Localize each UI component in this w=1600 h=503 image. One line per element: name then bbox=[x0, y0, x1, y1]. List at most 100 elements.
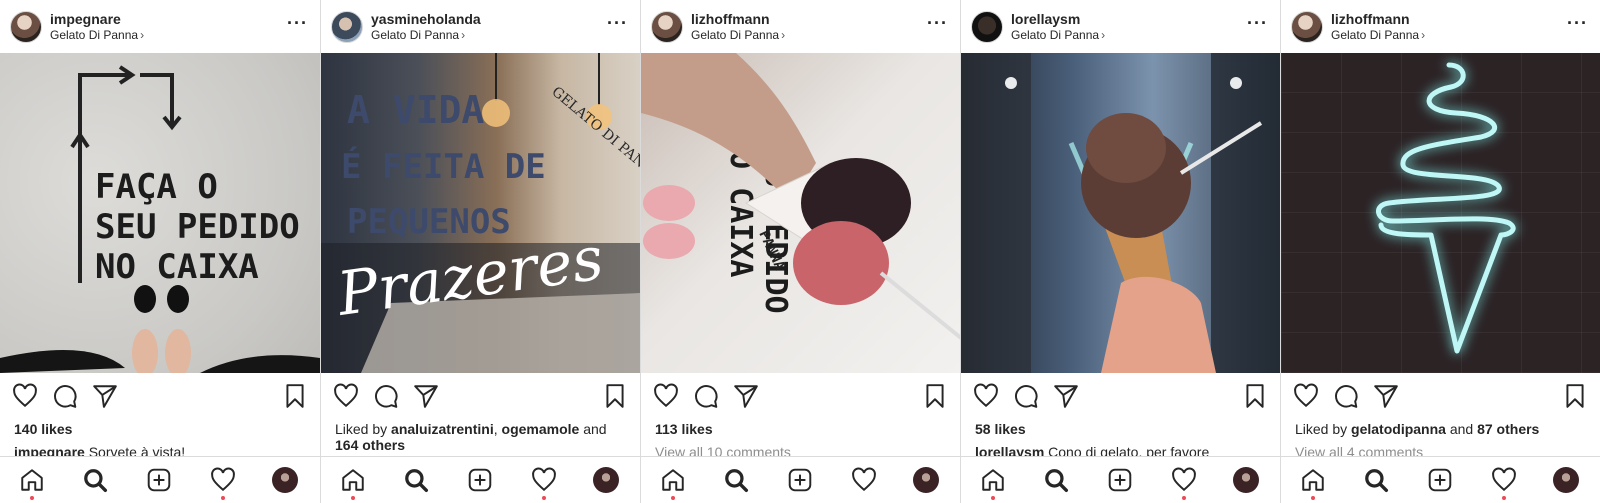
user-avatar[interactable] bbox=[1291, 10, 1323, 43]
bookmark-icon[interactable] bbox=[1242, 383, 1268, 409]
liked-by-user[interactable]: ogemamole bbox=[502, 421, 580, 437]
bookmark-icon[interactable] bbox=[282, 383, 308, 409]
comment-icon[interactable] bbox=[1333, 383, 1359, 409]
search-icon[interactable] bbox=[1363, 467, 1389, 493]
comment-icon[interactable] bbox=[52, 383, 78, 409]
bookmark-icon[interactable] bbox=[602, 383, 628, 409]
likes-count[interactable]: 58 likes bbox=[975, 421, 1270, 437]
paper-plane-icon[interactable] bbox=[1053, 383, 1079, 409]
user-avatar[interactable] bbox=[10, 10, 42, 43]
home-icon[interactable] bbox=[980, 467, 1006, 493]
profile-avatar[interactable] bbox=[593, 467, 619, 493]
profile-avatar[interactable] bbox=[272, 467, 298, 493]
notification-dot bbox=[1182, 496, 1186, 500]
liked-by-user[interactable]: gelatodipanna bbox=[1351, 421, 1446, 437]
search-icon[interactable] bbox=[723, 467, 749, 493]
bottom-tab-bar bbox=[961, 456, 1280, 503]
paper-plane-icon[interactable] bbox=[1373, 383, 1399, 409]
liked-by-summary: Liked by analuizatrentini, ogemamole and… bbox=[335, 421, 630, 453]
location-link[interactable]: Gelato Di Panna › bbox=[371, 27, 481, 43]
likes-count[interactable]: 140 likes bbox=[14, 421, 310, 437]
liked-by-others[interactable]: 87 others bbox=[1477, 421, 1539, 437]
notification-dot bbox=[30, 496, 34, 500]
heart-icon[interactable] bbox=[973, 383, 999, 409]
location-link[interactable]: Gelato Di Panna › bbox=[50, 27, 144, 43]
more-options-icon[interactable]: ··· bbox=[1567, 14, 1588, 32]
liked-by-prefix: Liked by bbox=[335, 421, 388, 437]
liked-by-and: and bbox=[1449, 421, 1474, 437]
post-header: lizhoffmann Gelato Di Panna › ··· bbox=[641, 0, 960, 53]
activity-heart-icon[interactable] bbox=[531, 467, 557, 493]
home-icon[interactable] bbox=[1300, 467, 1326, 493]
username[interactable]: lizhoffmann bbox=[691, 11, 785, 27]
photo-artwork bbox=[961, 53, 1280, 373]
more-options-icon[interactable]: ··· bbox=[607, 14, 628, 32]
bookmark-icon[interactable] bbox=[1562, 383, 1588, 409]
more-options-icon[interactable]: ··· bbox=[1247, 14, 1268, 32]
comment-icon[interactable] bbox=[373, 383, 399, 409]
home-icon[interactable] bbox=[19, 467, 45, 493]
location-label: Gelato Di Panna bbox=[1331, 27, 1420, 42]
profile-avatar[interactable] bbox=[913, 467, 939, 493]
paper-plane-icon[interactable] bbox=[413, 383, 439, 409]
likes-count[interactable]: 113 likes bbox=[655, 421, 950, 437]
notification-dot bbox=[221, 496, 225, 500]
username[interactable]: yasmineholanda bbox=[371, 11, 481, 27]
photo-sign-line-3: PEQUENOS bbox=[347, 202, 511, 242]
notification-dot bbox=[351, 496, 355, 500]
post-photo[interactable]: FAÇA O SEU PEDIDO NO CAIXA bbox=[0, 53, 320, 373]
post-photo[interactable]: GELATO DI PANNA A VIDA É FEITA DE PEQUEN… bbox=[321, 53, 640, 373]
liked-by-user[interactable]: analuizatrentini bbox=[391, 421, 494, 437]
notification-dot bbox=[542, 496, 546, 500]
add-post-icon[interactable] bbox=[1427, 467, 1453, 493]
post-photo[interactable] bbox=[961, 53, 1280, 373]
activity-heart-icon[interactable] bbox=[1171, 467, 1197, 493]
post-header-names: lizhoffmann Gelato Di Panna › bbox=[691, 11, 785, 43]
heart-icon[interactable] bbox=[1293, 383, 1319, 409]
user-avatar[interactable] bbox=[651, 10, 683, 43]
add-post-icon[interactable] bbox=[146, 467, 172, 493]
add-post-icon[interactable] bbox=[1107, 467, 1133, 493]
user-avatar[interactable] bbox=[331, 10, 363, 43]
liked-by-others[interactable]: 164 others bbox=[335, 437, 405, 453]
home-icon[interactable] bbox=[660, 467, 686, 493]
location-link[interactable]: Gelato Di Panna › bbox=[1011, 27, 1105, 43]
post-card: lorellaysm Gelato Di Panna › ··· 58 like… bbox=[960, 0, 1280, 503]
username[interactable]: lorellaysm bbox=[1011, 11, 1105, 27]
activity-heart-icon[interactable] bbox=[1491, 467, 1517, 493]
post-header: yasmineholanda Gelato Di Panna › ··· bbox=[321, 0, 640, 53]
profile-avatar[interactable] bbox=[1233, 467, 1259, 493]
username[interactable]: impegnare bbox=[50, 11, 144, 27]
heart-icon[interactable] bbox=[653, 383, 679, 409]
bookmark-icon[interactable] bbox=[922, 383, 948, 409]
add-post-icon[interactable] bbox=[787, 467, 813, 493]
heart-icon[interactable] bbox=[333, 383, 359, 409]
comment-icon[interactable] bbox=[1013, 383, 1039, 409]
post-photo[interactable]: SEU PEDIDO NO CAIXA PANNA bbox=[641, 53, 960, 373]
photo-artwork: GELATO DI PANNA A VIDA É FEITA DE PEQUEN… bbox=[321, 53, 640, 373]
add-post-icon[interactable] bbox=[467, 467, 493, 493]
post-actions bbox=[961, 373, 1280, 417]
post-header-names: lizhoffmann Gelato Di Panna › bbox=[1331, 11, 1425, 43]
username[interactable]: lizhoffmann bbox=[1331, 11, 1425, 27]
activity-heart-icon[interactable] bbox=[851, 467, 877, 493]
post-card: impegnare Gelato Di Panna › ··· FAÇA O SE… bbox=[0, 0, 320, 503]
post-photo[interactable] bbox=[1281, 53, 1600, 373]
search-icon[interactable] bbox=[1043, 467, 1069, 493]
heart-icon[interactable] bbox=[12, 383, 38, 409]
paper-plane-icon[interactable] bbox=[92, 383, 118, 409]
location-link[interactable]: Gelato Di Panna › bbox=[1331, 27, 1425, 43]
user-avatar[interactable] bbox=[971, 10, 1003, 43]
home-icon[interactable] bbox=[340, 467, 366, 493]
search-icon[interactable] bbox=[403, 467, 429, 493]
post-actions bbox=[0, 373, 320, 417]
activity-heart-icon[interactable] bbox=[210, 467, 236, 493]
search-icon[interactable] bbox=[82, 467, 108, 493]
more-options-icon[interactable]: ··· bbox=[927, 14, 948, 32]
comment-icon[interactable] bbox=[693, 383, 719, 409]
profile-avatar[interactable] bbox=[1553, 467, 1579, 493]
paper-plane-icon[interactable] bbox=[733, 383, 759, 409]
more-options-icon[interactable]: ··· bbox=[287, 14, 308, 32]
location-link[interactable]: Gelato Di Panna › bbox=[691, 27, 785, 43]
liked-by-and: and bbox=[583, 421, 607, 437]
